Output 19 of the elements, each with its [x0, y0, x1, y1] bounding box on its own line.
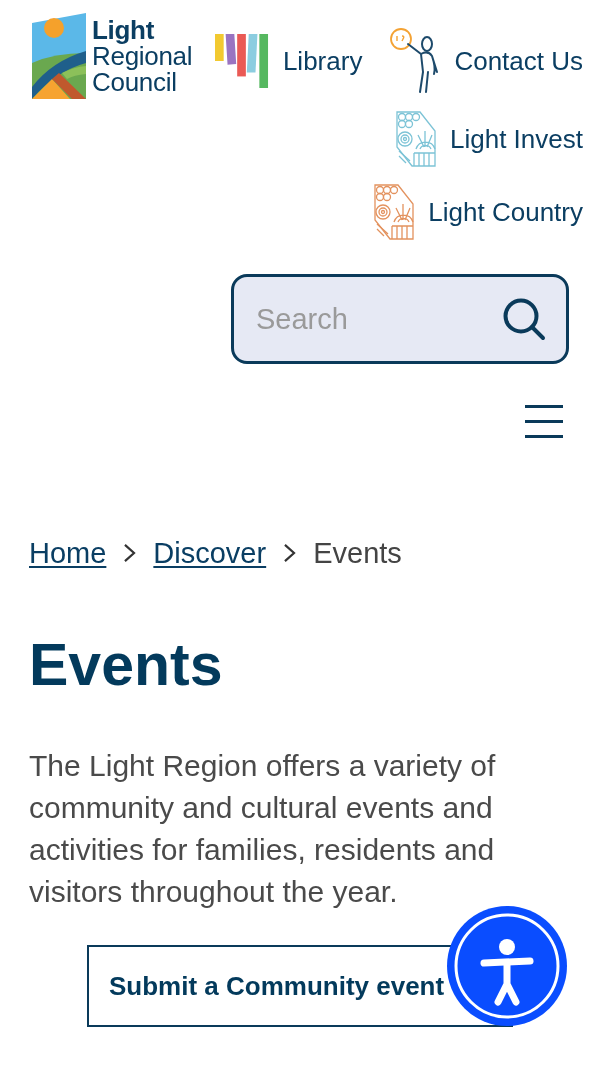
breadcrumb-link[interactable]: Home	[29, 536, 107, 570]
nav-link[interactable]: Library	[214, 34, 363, 88]
nav-link[interactable]: Light Country	[374, 184, 583, 240]
breadcrumb-link[interactable]: Discover	[153, 536, 267, 570]
intro-paragraph: The Light Region offers a variety of community and cultural events and activities for families, residents and visitors throughout the year.	[29, 748, 497, 910]
page-title: Events	[29, 631, 224, 700]
accessibility-icon	[454, 913, 560, 1019]
nav-link[interactable]: Contact Us	[390, 28, 583, 94]
chevron-icon	[283, 543, 297, 563]
color-bars-icon	[214, 34, 269, 88]
nav-link[interactable]: Light Invest	[396, 111, 583, 167]
breadcrumb-current: Events	[313, 536, 402, 570]
search-field[interactable]: Search	[231, 274, 569, 364]
menu-icon[interactable]	[525, 405, 563, 438]
search-icon[interactable]	[502, 297, 546, 341]
person-icon	[390, 28, 441, 94]
logo-icon[interactable]	[32, 13, 86, 99]
chevron-icon	[123, 543, 137, 563]
logo-text[interactable]: Light Regional Council	[92, 17, 204, 95]
